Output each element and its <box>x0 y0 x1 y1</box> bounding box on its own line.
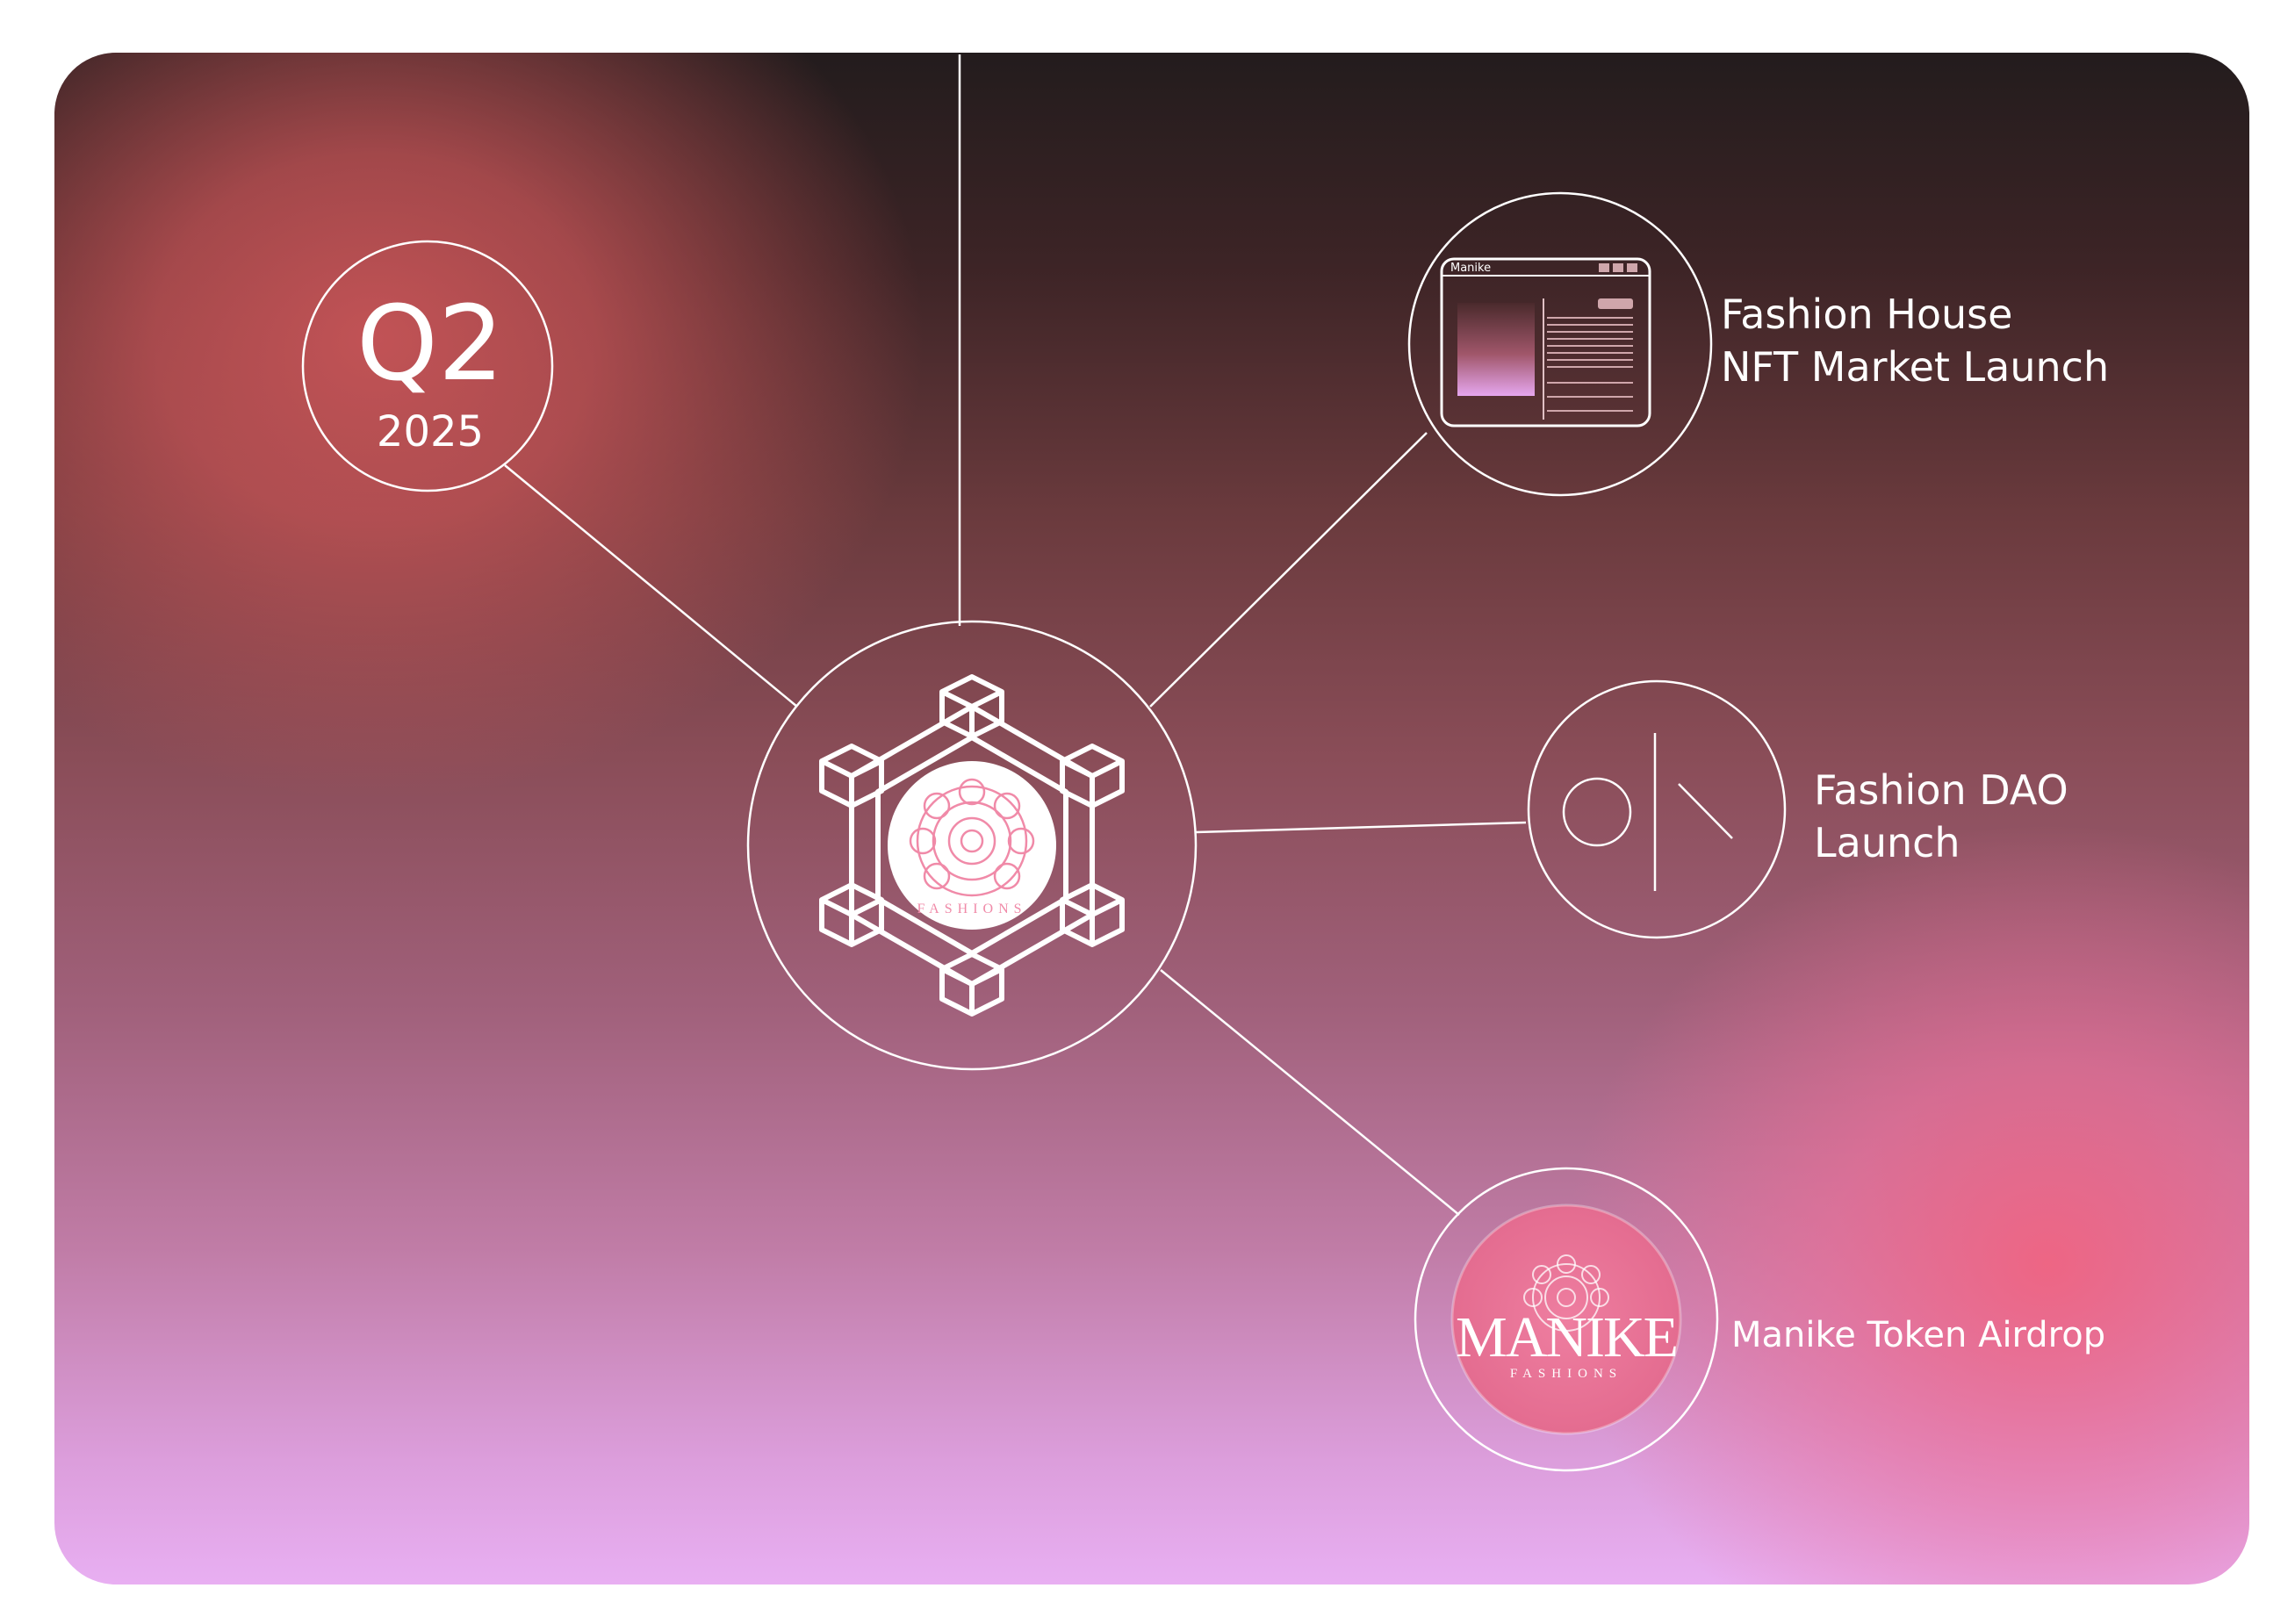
dao-label: Fashion DAO Launch <box>1814 764 2068 869</box>
airdrop-wordmark: MANIKE <box>1456 1305 1679 1369</box>
airdrop-logo-caption: FASHIONS <box>1509 1367 1623 1381</box>
nft-market-label-line1: Fashion House <box>1721 291 2013 338</box>
center-node <box>746 620 1198 1071</box>
dao-node <box>1527 679 1787 939</box>
circle-and-slash-icon <box>1562 733 1733 891</box>
quarter-label: Q2 <box>356 283 504 404</box>
airdrop-label: Manike Token Airdrop <box>1731 1311 2105 1360</box>
nft-market-label: Fashion House NFT Market Launch <box>1721 288 2109 393</box>
blockchain-hexagon-icon <box>822 677 1122 1014</box>
connector-airdrop <box>1160 969 1460 1216</box>
browser-window-icon <box>1440 257 1651 428</box>
connector-q2 <box>504 464 798 708</box>
connector-lines <box>504 54 1527 1216</box>
dao-label-line2: Launch <box>1814 819 1960 866</box>
airdrop-label-line1: Manike Token Airdrop <box>1731 1315 2106 1355</box>
browser-title: Manike <box>1450 262 1491 275</box>
year-label: 2025 <box>376 407 485 456</box>
connector-dao <box>1195 821 1527 834</box>
dao-label-line1: Fashion DAO <box>1814 766 2068 814</box>
connector-nft <box>1149 432 1428 708</box>
nft-market-label-line2: NFT Market Launch <box>1721 343 2110 391</box>
center-logo-caption: FASHIONS <box>917 902 1027 916</box>
nft-market-node: Manike <box>1407 191 1713 497</box>
